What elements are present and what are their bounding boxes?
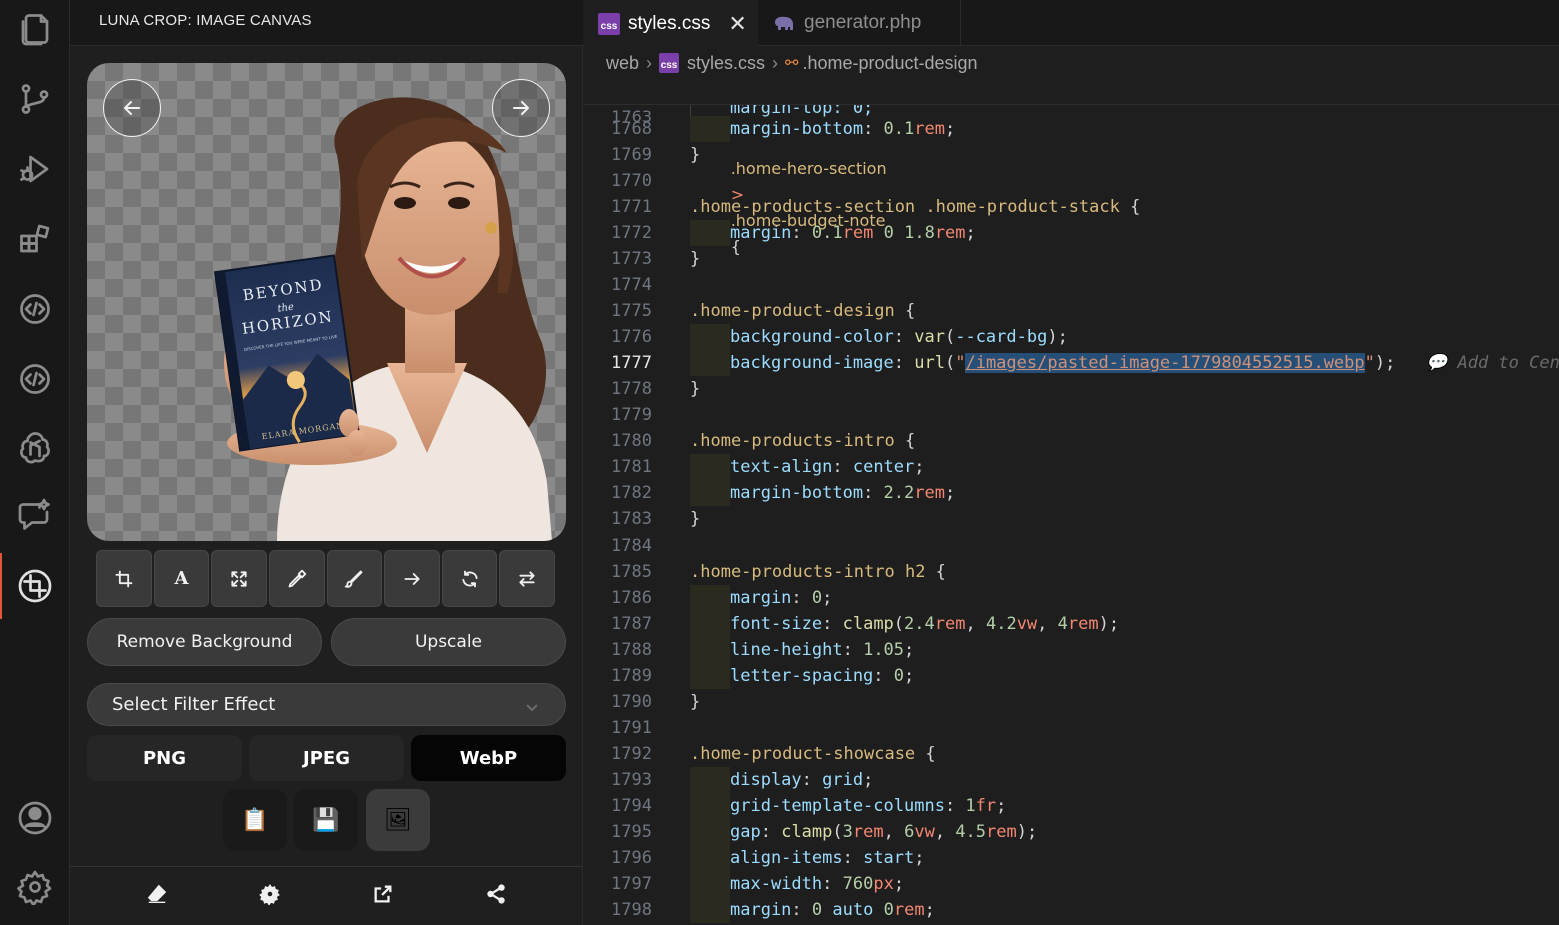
tab-label: generator.php (804, 12, 922, 33)
php-elephant-icon (775, 16, 793, 30)
brush-tool-button[interactable] (326, 550, 383, 607)
arrow-tool-button[interactable] (384, 550, 440, 607)
format-png-button[interactable]: PNG (87, 735, 242, 781)
open-external-button[interactable] (372, 883, 394, 909)
eraser-icon (147, 884, 166, 903)
image-canvas[interactable]: BEYOND the HORIZON DISCOVER THE LIFE YOU… (87, 63, 566, 541)
chevron-right-icon: › (646, 52, 653, 73)
format-webp-button[interactable]: WebP (411, 735, 566, 781)
panel-footer (70, 866, 583, 925)
extensions-icon[interactable] (14, 218, 56, 260)
clipboard-icon: 📋 (241, 807, 269, 833)
swap-icon (519, 570, 535, 587)
filter-select[interactable]: Select Filter Effect (87, 683, 566, 726)
expand-icon (231, 570, 247, 587)
flip-tool-button[interactable] (499, 550, 555, 607)
editor-tabs: css styles.css ✕ generator.php (584, 0, 1559, 46)
filter-select-label: Select Filter Effect (112, 694, 276, 715)
crop-icon (115, 570, 133, 587)
share-button[interactable] (485, 883, 507, 909)
breadcrumb-folder[interactable]: web (606, 53, 639, 74)
next-image-button[interactable] (492, 79, 550, 137)
tab-generator-php[interactable]: generator.php (758, 0, 961, 46)
css-symbol-icon: ⚯ (785, 55, 799, 72)
arrow-right-icon (513, 101, 529, 115)
css-file-icon: css (659, 53, 680, 73)
css-file-icon: css (598, 12, 620, 35)
sticky-line-number: 1763 (611, 107, 652, 126)
panel-header: LUNA CROP: IMAGE CANVAS (70, 0, 583, 46)
rotate-icon (461, 570, 478, 587)
ai-assistant-icon[interactable] (14, 426, 56, 468)
close-icon[interactable]: ✕ (728, 11, 746, 37)
run-debug-icon[interactable] (14, 148, 56, 190)
brush-icon (345, 570, 363, 588)
sticky-combinator: > (730, 185, 745, 204)
share-icon (487, 884, 506, 904)
inline-hint[interactable]: 💬 Add to Cen (1426, 353, 1559, 373)
luna-crop-panel: LUNA CROP: IMAGE CANVAS BEYOND the HORIZ… (70, 0, 583, 925)
copy-clipboard-button[interactable]: 📋 (223, 789, 287, 851)
eyedropper-tool-button[interactable] (268, 550, 325, 607)
gear-icon (259, 884, 280, 906)
sticky-selector-a: .home-hero-section (730, 159, 887, 178)
chevron-down-icon (525, 698, 539, 712)
arrow-left-icon (124, 101, 140, 115)
external-link-icon (374, 885, 392, 903)
crop-tool-button[interactable] (96, 550, 152, 607)
panel-title: LUNA CROP: IMAGE CANVAS (99, 12, 312, 29)
url-string[interactable]: /images/pasted-image-1779804552515.webp (965, 353, 1365, 373)
export-image-icon: 🖼 (384, 807, 412, 833)
breadcrumb: web › css styles.css › ⚯ .home-product-d… (606, 50, 978, 76)
canvas-image: BEYOND the HORIZON DISCOVER THE LIFE YOU… (213, 97, 552, 541)
tab-label: styles.css (628, 12, 711, 34)
sticky-selector-b: .home-budget-note (730, 211, 886, 230)
settings-gear-icon[interactable] (14, 866, 56, 908)
rotate-tool-button[interactable] (441, 550, 498, 607)
tab-styles-css[interactable]: css styles.css ✕ (584, 0, 758, 46)
breadcrumb-file[interactable]: styles.css (687, 53, 765, 74)
settings-button[interactable] (259, 883, 281, 909)
tool-row: A (96, 550, 557, 607)
save-button[interactable]: 💾 (294, 789, 358, 851)
explorer-icon[interactable] (14, 8, 56, 50)
code-extension-2-icon[interactable] (14, 358, 56, 400)
account-icon[interactable] (14, 797, 56, 839)
upscale-button[interactable]: Upscale (331, 618, 566, 666)
source-control-icon[interactable] (14, 78, 56, 120)
eyedropper-icon (288, 569, 306, 587)
prev-image-button[interactable] (103, 79, 161, 137)
code-extension-icon[interactable] (14, 288, 56, 330)
activity-bar (0, 0, 70, 925)
format-jpeg-button[interactable]: JPEG (249, 735, 404, 781)
chevron-right-icon: › (772, 52, 779, 73)
resize-tool-button[interactable] (211, 550, 267, 607)
text-tool-button[interactable]: A (153, 550, 210, 607)
crop-tool-icon[interactable] (14, 565, 56, 607)
breadcrumb-symbol[interactable]: .home-product-design (802, 53, 977, 74)
active-indicator (0, 553, 2, 619)
chat-sparkle-icon[interactable] (14, 494, 56, 536)
sticky-brace: { (730, 237, 741, 256)
remove-background-button[interactable]: Remove Background (87, 618, 322, 666)
arrow-icon (404, 572, 420, 585)
export-image-button[interactable]: 🖼 (366, 789, 430, 851)
save-icon: 💾 (312, 807, 340, 833)
eraser-button[interactable] (146, 883, 168, 909)
text-icon: A (174, 568, 189, 589)
sticky-scroll-header[interactable]: 1763 .home-hero-section > .home-budget-n… (584, 78, 1559, 256)
app-window: LUNA CROP: IMAGE CANVAS BEYOND the HORIZ… (0, 0, 1559, 925)
